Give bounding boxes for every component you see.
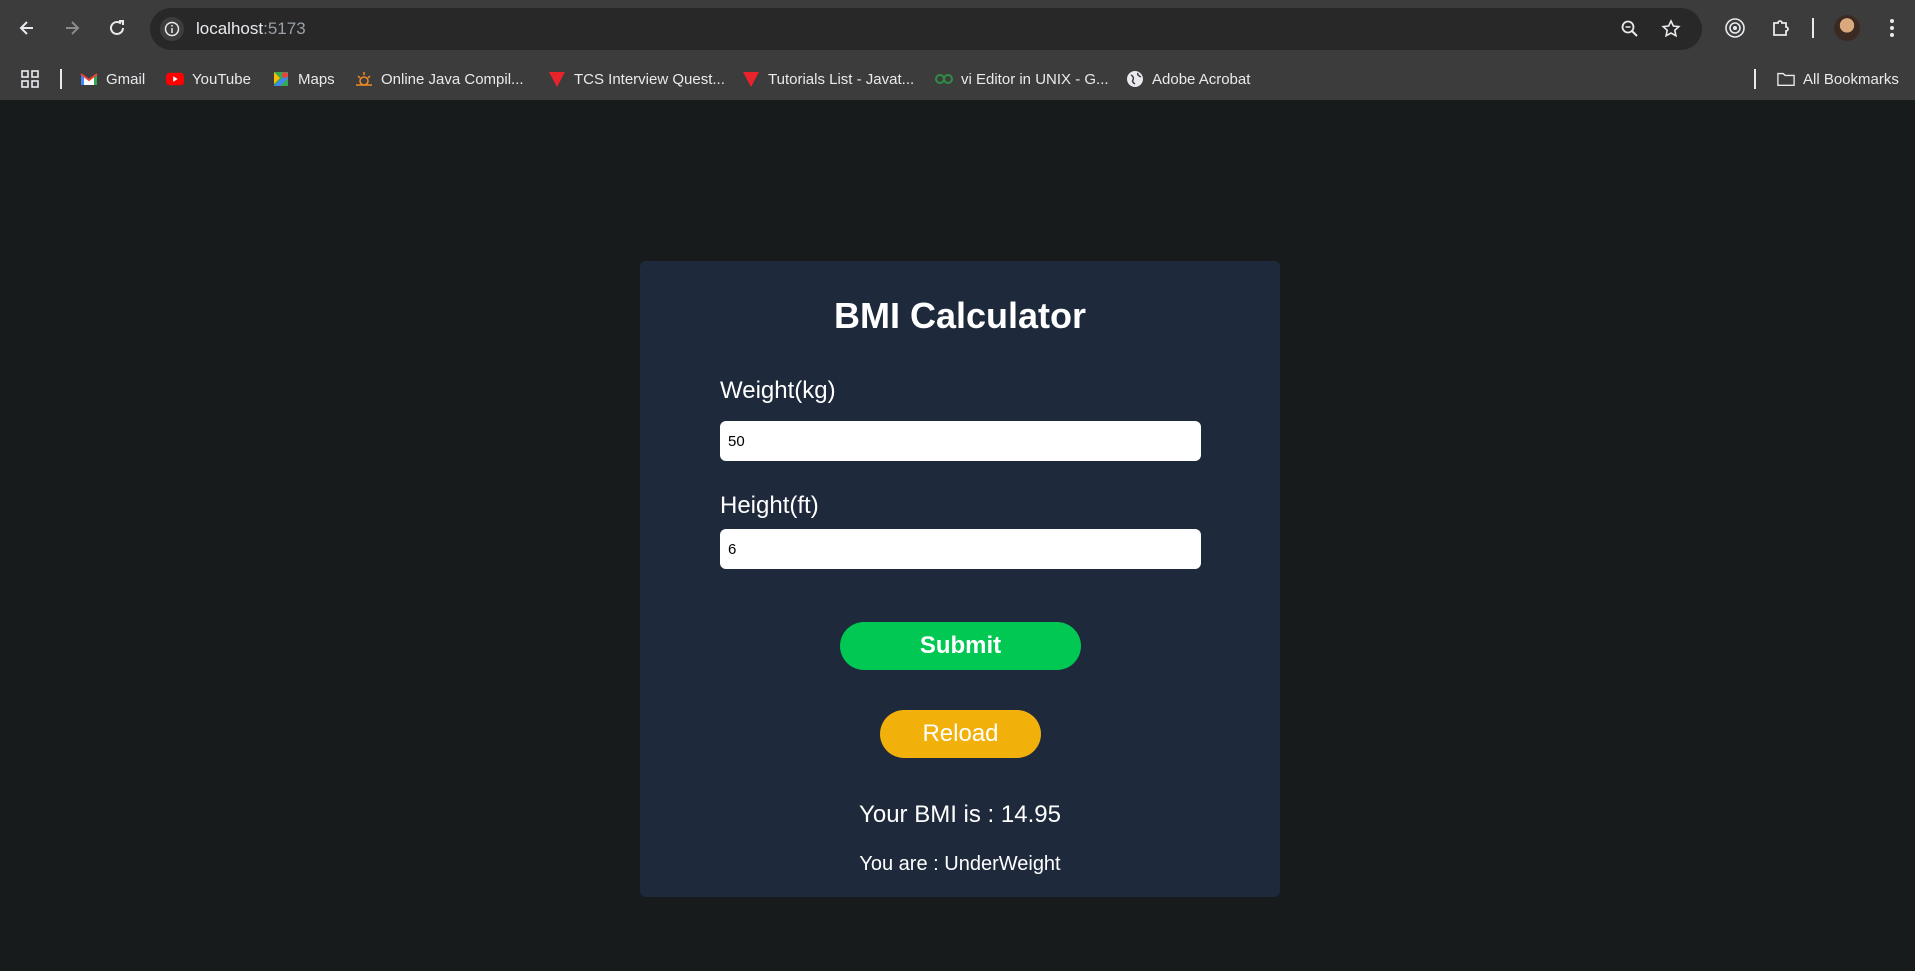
address-bar[interactable]: localhost:5173 [150,8,1702,50]
avatar[interactable] [1834,15,1860,41]
bookmark-vi-editor[interactable]: vi Editor in UNIX - G... [935,66,1109,92]
bookmark-java-compiler[interactable]: Online Java Compil... [355,66,524,92]
bookmark-adobe-acrobat[interactable]: Adobe Acrobat [1126,66,1250,92]
bookmark-tutorials[interactable]: Tutorials List - Javat... [742,66,914,92]
bookmarks-bar: Gmail YouTube Maps Online Java Compil...… [0,58,1915,100]
reload-button[interactable]: Reload [880,710,1041,758]
triangle-icon [548,70,566,88]
bmi-status: You are : UnderWeight [859,853,1061,875]
bookmark-label: TCS Interview Quest... [574,70,725,88]
all-bookmarks[interactable]: All Bookmarks [1777,66,1899,92]
bookmark-youtube[interactable]: YouTube [166,66,251,92]
bookmarks-divider [60,69,62,89]
all-bookmarks-label: All Bookmarks [1803,70,1899,88]
page-title: BMI Calculator [833,295,1087,336]
page-viewport: BMI Calculator Weight(kg) Height(ft) Sub… [0,100,1915,971]
back-icon[interactable] [12,13,42,43]
bookmark-label: YouTube [192,70,251,88]
url-text[interactable]: localhost:5173 [196,19,306,39]
gmail-icon [80,70,98,88]
url-port: :5173 [263,19,306,38]
bookmark-label: Maps [298,70,335,88]
kebab-menu-icon[interactable] [1880,16,1904,40]
height-label: Height(ft) [720,492,819,519]
bookmark-label: Online Java Compil... [381,70,524,88]
bookmark-label: Adobe Acrobat [1152,70,1251,88]
forward-icon[interactable] [57,13,87,43]
bmi-card: BMI Calculator Weight(kg) Height(ft) Sub… [640,261,1280,897]
bookmark-label: vi Editor in UNIX - G... [961,70,1109,88]
weight-label: Weight(kg) [720,377,836,404]
submit-button[interactable]: Submit [840,622,1081,670]
toolbar-divider [1812,18,1814,38]
bookmarks-divider [1754,69,1756,89]
apps-grid-icon[interactable] [20,66,40,92]
zoom-icon[interactable] [1620,19,1640,39]
reload-icon[interactable] [102,13,132,43]
url-host: localhost [196,19,264,38]
maps-icon [272,70,290,88]
folder-icon [1777,70,1795,88]
site-info-icon[interactable] [160,17,184,41]
browser-toolbar: localhost:5173 [0,0,1915,58]
bookmark-gmail[interactable]: Gmail [80,66,145,92]
bookmark-label: Gmail [106,70,146,88]
java-icon [355,70,373,88]
bookmark-tcs[interactable]: TCS Interview Quest... [548,66,725,92]
triangle-icon [742,70,760,88]
globe-icon [1126,70,1144,88]
youtube-icon [166,70,184,88]
height-input[interactable] [720,529,1201,569]
bookmark-maps[interactable]: Maps [272,66,335,92]
star-icon[interactable] [1661,19,1681,39]
puzzle-icon[interactable] [1769,16,1793,40]
weight-input[interactable] [720,421,1201,461]
bmi-result: Your BMI is : 14.95 [859,801,1061,828]
gfg-icon [935,70,953,88]
extension-circle-icon[interactable] [1723,16,1747,40]
bookmark-label: Tutorials List - Javat... [768,70,915,88]
